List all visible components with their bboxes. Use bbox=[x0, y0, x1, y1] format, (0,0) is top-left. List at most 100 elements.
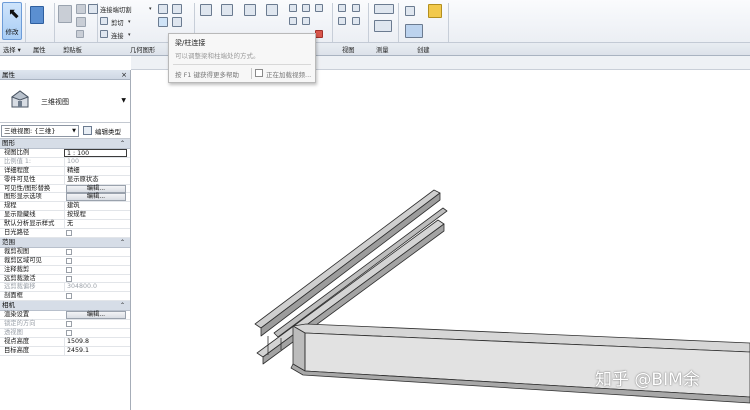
property-value[interactable]: 1 : 100 bbox=[64, 149, 127, 157]
beam-column-join-icon[interactable] bbox=[158, 4, 168, 14]
property-group-name: 范围 bbox=[2, 237, 15, 246]
steel-beams-3d[interactable] bbox=[131, 70, 750, 410]
property-checkbox[interactable] bbox=[66, 230, 72, 237]
unpin-icon[interactable] bbox=[315, 4, 323, 12]
properties-panel: 属性 × 三维视图 ▼ 三维视图: {三维} ▼ 编辑类型 图形 ⌃ 视图比例 1 :… bbox=[0, 70, 131, 410]
delete-icon[interactable] bbox=[315, 30, 323, 38]
property-name: 比例值 1: bbox=[4, 157, 32, 165]
property-row: 零件可见性 显示原状态 bbox=[0, 175, 130, 185]
property-group-header[interactable]: 图形 ⌃ bbox=[0, 139, 130, 149]
edit-button[interactable]: 编辑... bbox=[66, 184, 126, 193]
property-checkbox[interactable] bbox=[66, 257, 72, 264]
wall-join-icon[interactable] bbox=[172, 4, 182, 14]
tooltip-divider bbox=[173, 64, 311, 65]
select-group-label[interactable]: 选择 ▾ bbox=[3, 45, 21, 54]
mirror-axis-icon[interactable] bbox=[244, 4, 256, 16]
collapse-icon[interactable]: ⌃ bbox=[120, 139, 125, 148]
copy-icon[interactable] bbox=[76, 17, 86, 27]
align-icon[interactable] bbox=[200, 4, 212, 16]
scale-icon[interactable] bbox=[302, 17, 310, 25]
edit-button[interactable]: 编辑... bbox=[66, 311, 126, 320]
hide-icon[interactable] bbox=[338, 4, 346, 12]
override-icon[interactable] bbox=[352, 4, 360, 12]
property-row: 裁剪区域可见 bbox=[0, 257, 130, 266]
horizontal-i-beam bbox=[290, 323, 750, 404]
mirror-draw-icon[interactable] bbox=[266, 4, 278, 16]
geometry-group-label: 几何图形 bbox=[130, 47, 156, 54]
property-checkbox[interactable] bbox=[66, 266, 72, 273]
collapse-icon[interactable]: ⌃ bbox=[120, 238, 125, 247]
measure-icon[interactable] bbox=[374, 4, 394, 14]
create-parts-icon[interactable] bbox=[405, 6, 415, 16]
property-name: 远剪裁偏移 bbox=[4, 283, 36, 291]
property-row: 目标高度 2459.1 bbox=[0, 346, 130, 356]
property-checkbox bbox=[66, 330, 72, 337]
ribbon-tooltip: 梁/柱连接 可以调整梁和柱端处的方式。 按 F1 键获得更多帮助 正在加载视频.… bbox=[168, 33, 316, 83]
close-icon[interactable]: × bbox=[121, 70, 127, 80]
split-icon[interactable] bbox=[289, 4, 297, 12]
cut-icon[interactable] bbox=[76, 4, 86, 14]
paint-icon[interactable] bbox=[172, 17, 182, 27]
cut-geometry-icon[interactable] bbox=[100, 17, 108, 25]
instance-filter-select[interactable]: 三维视图: {三维} ▼ bbox=[1, 125, 79, 137]
dimension-icon[interactable] bbox=[374, 20, 392, 32]
property-row: 锁定的方向 bbox=[0, 320, 130, 330]
pin-icon[interactable] bbox=[302, 4, 310, 12]
modify-button[interactable]: ⬉ 修改 bbox=[2, 2, 22, 40]
property-name: 透视图 bbox=[4, 329, 23, 337]
view-canvas[interactable] bbox=[131, 70, 750, 410]
property-group-name: 相机 bbox=[2, 301, 15, 310]
offset-icon[interactable] bbox=[221, 4, 233, 16]
property-value[interactable]: 无 bbox=[64, 220, 127, 229]
create-similar-icon[interactable] bbox=[405, 24, 423, 38]
property-row: 剖面框 bbox=[0, 292, 130, 302]
property-value[interactable]: 显示原状态 bbox=[64, 175, 127, 184]
join-cut-icon[interactable] bbox=[88, 4, 98, 14]
edit-type-icon[interactable] bbox=[83, 126, 92, 135]
chevron-down-icon: ▼ bbox=[72, 128, 76, 134]
property-row: 详细程度 精细 bbox=[0, 166, 130, 176]
property-row: 视点高度 1509.8 bbox=[0, 337, 130, 347]
property-value[interactable]: 精细 bbox=[64, 166, 127, 175]
property-value[interactable]: 2459.1 bbox=[64, 346, 127, 355]
property-name: 目标高度 bbox=[4, 346, 30, 354]
array-icon[interactable] bbox=[289, 17, 297, 25]
join-geometry-icon[interactable] bbox=[100, 30, 108, 38]
property-row: 裁剪视图 bbox=[0, 248, 130, 257]
type-selector[interactable]: 三维视图 ▼ bbox=[0, 80, 130, 123]
split-face-icon[interactable] bbox=[158, 17, 168, 27]
property-checkbox[interactable] bbox=[66, 248, 72, 255]
property-name: 锁定的方向 bbox=[4, 320, 36, 328]
edit-button[interactable]: 编辑... bbox=[66, 193, 126, 202]
property-group-header[interactable]: 相机 ⌃ bbox=[0, 301, 130, 312]
property-value[interactable]: 按规程 bbox=[64, 211, 127, 220]
3d-view-icon bbox=[10, 90, 30, 108]
property-name: 注释裁剪 bbox=[4, 265, 30, 273]
property-row: 渲染设置 编辑... bbox=[0, 311, 130, 321]
edit-type-button[interactable]: 编辑类型 bbox=[95, 126, 121, 136]
collapse-icon[interactable]: ⌃ bbox=[120, 301, 125, 310]
property-value[interactable]: 建筑 bbox=[64, 202, 127, 211]
property-row: 显示隐藏线 按规程 bbox=[0, 211, 130, 221]
property-value[interactable]: 1509.8 bbox=[64, 337, 127, 346]
properties-icon[interactable] bbox=[30, 6, 44, 24]
property-name: 裁剪视图 bbox=[4, 247, 30, 255]
property-name: 渲染设置 bbox=[4, 311, 30, 319]
create-group-icon[interactable] bbox=[428, 4, 442, 18]
property-name: 显示隐藏线 bbox=[4, 211, 36, 219]
properties-title-bar: 属性 × bbox=[0, 70, 130, 80]
reveal-icon[interactable] bbox=[352, 17, 360, 25]
property-group-header[interactable]: 范围 ⌃ bbox=[0, 237, 130, 248]
property-row: 比例值 1: 100 bbox=[0, 157, 130, 167]
property-row: 日光路径 bbox=[0, 229, 130, 238]
match-icon[interactable] bbox=[76, 30, 84, 38]
tooltip-help: 按 F1 键获得更多帮助 bbox=[175, 71, 240, 79]
property-name: 视点高度 bbox=[4, 337, 30, 345]
property-groups: 图形 ⌃ 视图比例 1 : 100 比例值 1: 100 详细程度 精细 零件可见性 显示原状态可… bbox=[0, 139, 130, 356]
property-name: 规程 bbox=[4, 202, 17, 210]
temp-hide-icon[interactable] bbox=[338, 17, 346, 25]
property-checkbox[interactable] bbox=[66, 293, 72, 300]
property-checkbox[interactable] bbox=[66, 275, 72, 282]
paste-icon[interactable] bbox=[58, 5, 72, 23]
chevron-down-icon[interactable]: ▼ bbox=[121, 97, 126, 104]
